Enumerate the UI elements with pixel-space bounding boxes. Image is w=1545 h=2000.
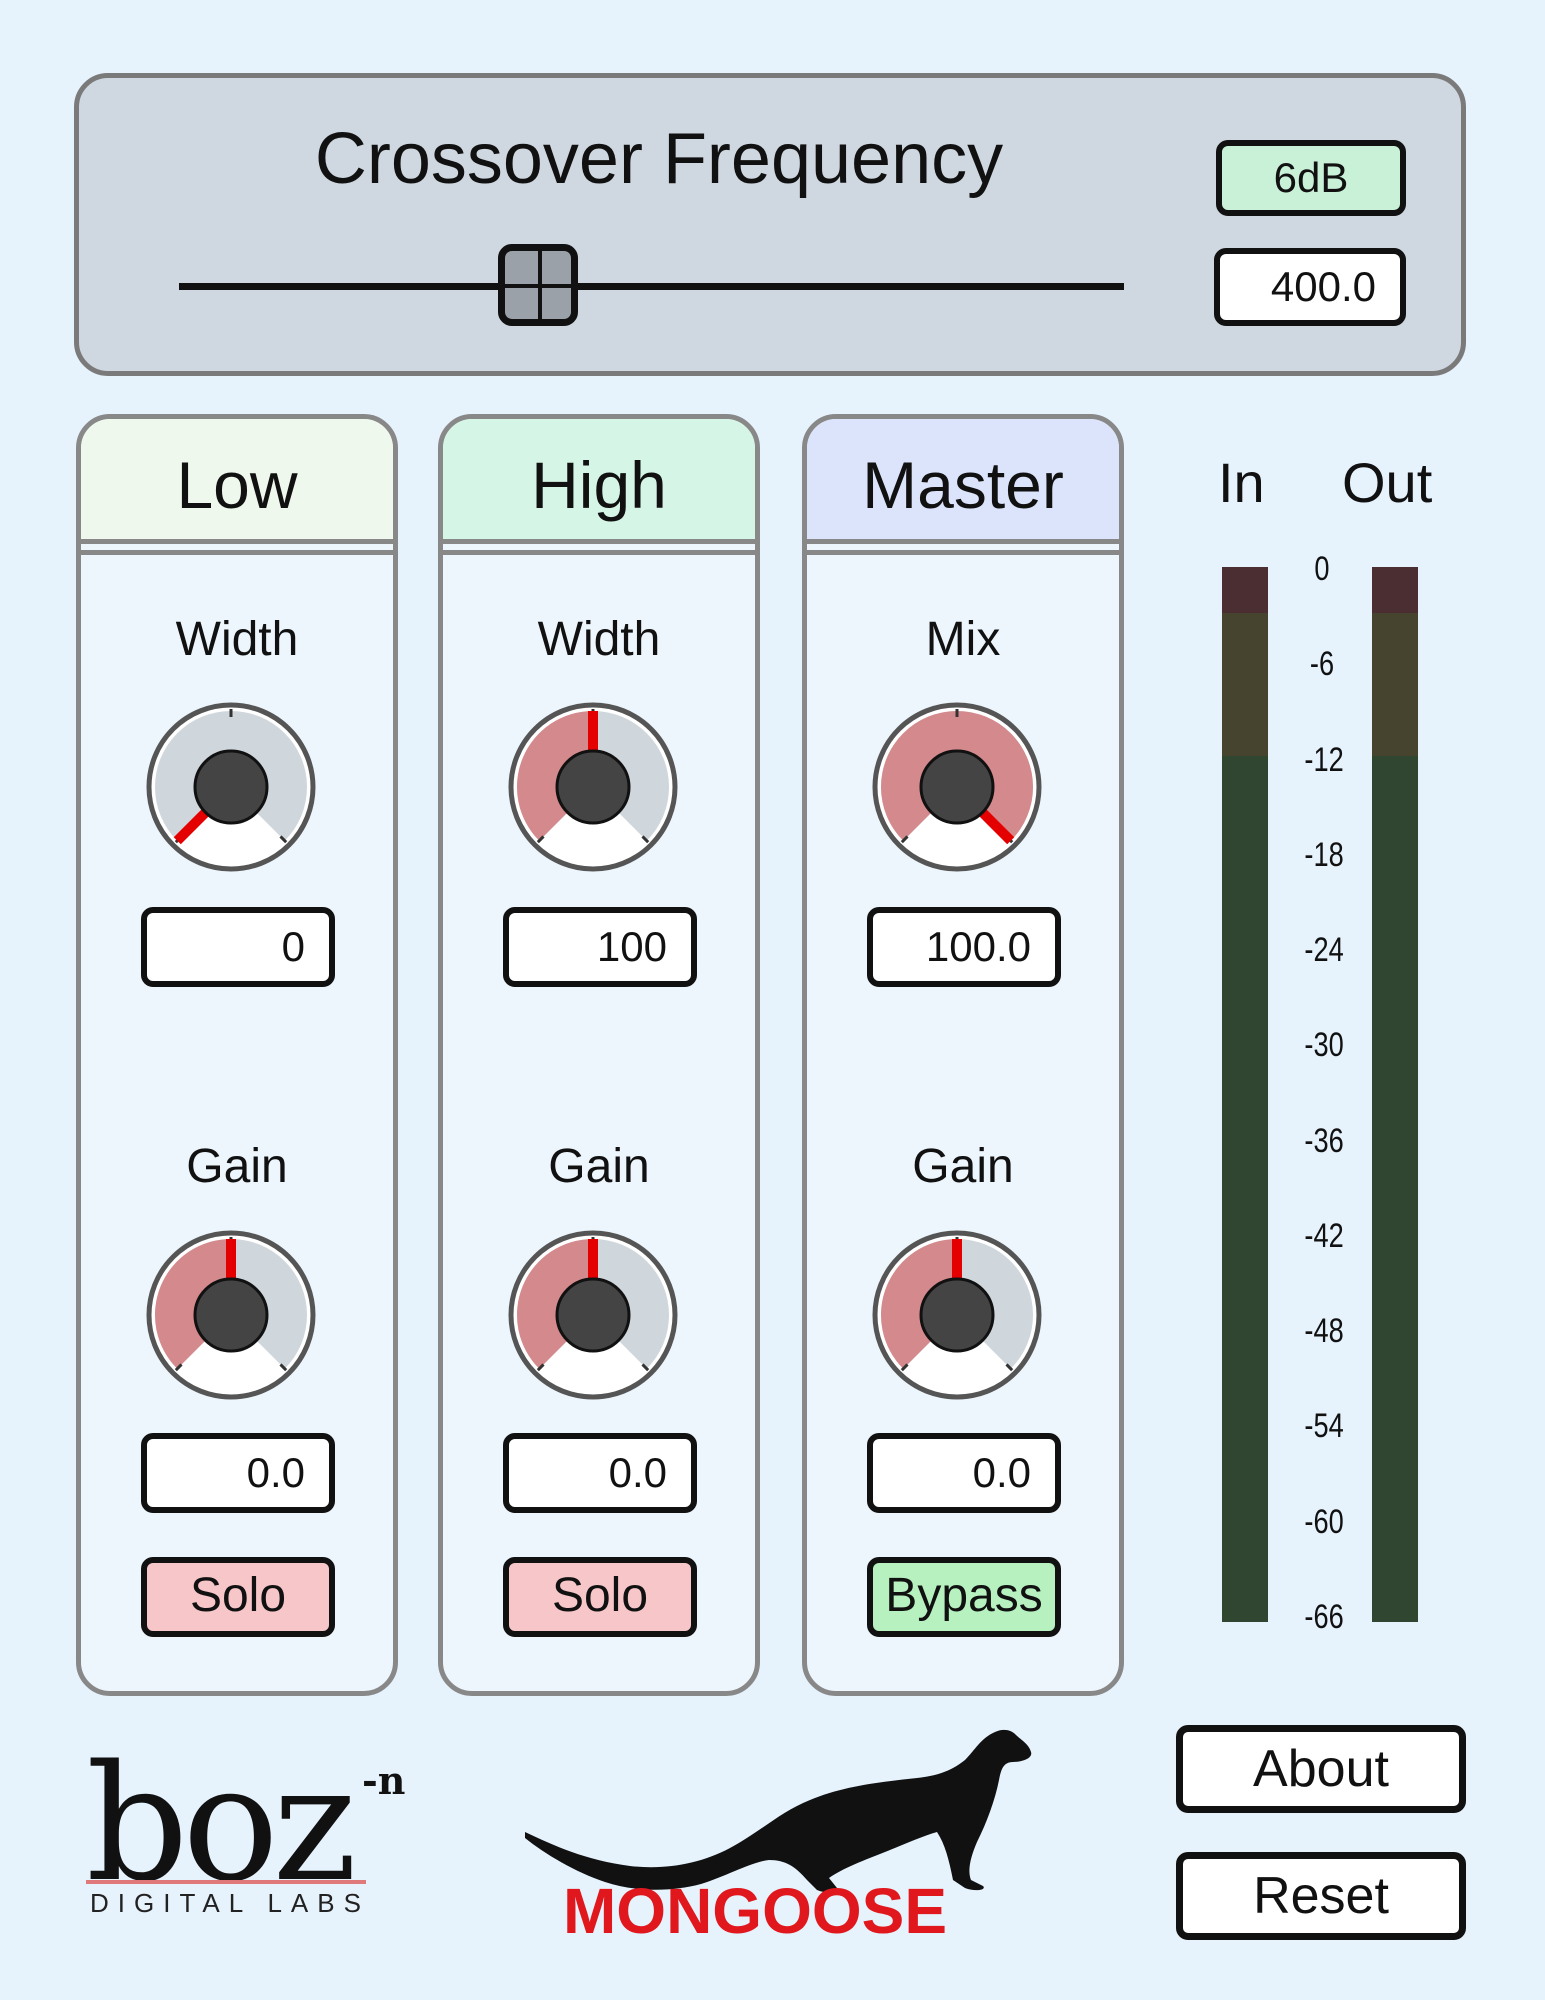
in-meter-label: In <box>1218 451 1265 514</box>
meter-scale-tick: -54 <box>1304 1407 1344 1446</box>
high-gain-value[interactable]: 0.0 <box>503 1433 697 1513</box>
out-meter-label: Out <box>1342 451 1433 514</box>
low-width-label: Width <box>175 613 299 666</box>
band-master: Master Mix 100.0 Gain 0.0 Bypass <box>802 414 1124 1696</box>
master-mix-label: Mix <box>925 613 1001 666</box>
band-high: High Width 100 Gain 0.0 Solo <box>438 414 760 1696</box>
boz-logo-subtitle: DIGITAL LABS <box>90 1888 370 1918</box>
band-low-header: Low <box>81 419 393 555</box>
crossover-title: Crossover Frequency <box>314 119 1004 199</box>
low-gain-knob[interactable] <box>143 1227 319 1403</box>
boz-logo-superscript: -n <box>362 1758 406 1803</box>
crossover-slider-track[interactable] <box>179 283 1124 290</box>
meter-scale-tick: -24 <box>1304 931 1344 970</box>
low-width-knob[interactable] <box>143 699 319 875</box>
meter-scale-tick: -66 <box>1304 1598 1344 1636</box>
master-mix-value[interactable]: 100.0 <box>867 907 1061 987</box>
boz-logo: boz -n DIGITAL LABS <box>86 1730 416 1918</box>
meter-scale-tick: -36 <box>1304 1121 1344 1160</box>
meter-scale-tick: -12 <box>1304 740 1344 779</box>
crossover-slider-thumb[interactable] <box>498 244 579 326</box>
meter-scale-tick: -42 <box>1304 1216 1344 1255</box>
meter-scale-tick: -6 <box>1309 645 1335 684</box>
meter-scale-tick: -48 <box>1304 1312 1344 1351</box>
high-solo-button[interactable]: Solo <box>503 1557 697 1637</box>
high-width-value[interactable]: 100 <box>503 907 697 987</box>
boz-logo-rule <box>86 1880 366 1884</box>
frequency-input[interactable]: 400.0 <box>1214 248 1406 326</box>
band-master-title: Master <box>862 448 1064 522</box>
low-solo-button[interactable]: Solo <box>141 1557 335 1637</box>
high-gain-knob[interactable] <box>505 1227 681 1403</box>
header-divider <box>81 550 393 555</box>
band-high-header: High <box>443 419 755 555</box>
master-gain-value[interactable]: 0.0 <box>867 1433 1061 1513</box>
in-level-meter <box>1222 567 1268 1622</box>
band-low: Low Width 0 Gain 0.0 Solo <box>76 414 398 1696</box>
header-divider <box>443 550 755 555</box>
master-bypass-button[interactable]: Bypass <box>867 1557 1061 1637</box>
reset-button[interactable]: Reset <box>1176 1852 1466 1940</box>
master-gain-label: Gain <box>912 1140 1014 1193</box>
product-name: MONGOOSE <box>562 1875 948 1947</box>
meter-scale-tick: -30 <box>1304 1026 1344 1065</box>
high-width-label: Width <box>537 613 661 666</box>
band-master-header: Master <box>807 419 1119 555</box>
high-gain-label: Gain <box>548 1140 650 1193</box>
low-width-value[interactable]: 0 <box>141 907 335 987</box>
low-gain-label: Gain <box>186 1140 288 1193</box>
header-divider <box>807 550 1119 555</box>
band-low-title: Low <box>176 448 298 522</box>
band-high-title: High <box>531 448 667 522</box>
meter-scale-tick: -18 <box>1304 835 1344 874</box>
about-button[interactable]: About <box>1176 1725 1466 1813</box>
master-mix-knob[interactable] <box>869 699 1045 875</box>
meter-scale-tick: -60 <box>1304 1502 1344 1541</box>
master-gain-knob[interactable] <box>869 1227 1045 1403</box>
low-gain-value[interactable]: 0.0 <box>141 1433 335 1513</box>
out-level-meter <box>1372 567 1418 1622</box>
meter-scale-tick: 0 <box>1314 550 1330 588</box>
slope-selector[interactable]: 6dB <box>1216 140 1406 216</box>
high-width-knob[interactable] <box>505 699 681 875</box>
crossover-panel: Crossover Frequency 6dB 400.0 <box>74 73 1466 376</box>
